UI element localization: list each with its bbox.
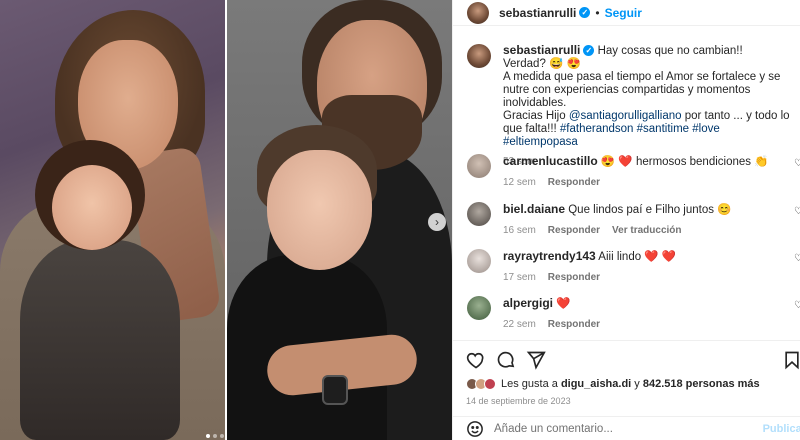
comment-time: 16 sem	[503, 225, 536, 236]
comment-item: biel.daiane Que lindos paí e Filho junto…	[467, 202, 800, 238]
separator: •	[595, 5, 600, 20]
liker-avatar	[484, 378, 496, 390]
small-heart-icon[interactable]: ♡	[794, 158, 800, 169]
avatar[interactable]	[467, 44, 491, 68]
avatar[interactable]	[467, 1, 489, 24]
likes-count[interactable]: 842.518 personas más	[643, 378, 760, 390]
chevron-right-icon[interactable]: ›	[428, 213, 446, 231]
likes-prefix: Les gusta a	[501, 378, 558, 390]
heart-outline-icon[interactable]	[466, 350, 486, 370]
publish-button[interactable]: Publicar	[763, 423, 800, 435]
small-heart-icon[interactable]: ♡	[794, 300, 800, 311]
add-comment-bar: Añade un comentario... Publicar	[452, 416, 800, 440]
post-date: 14 de septiembre de 2023	[466, 396, 571, 406]
caption-mention[interactable]: @santiagorulligalliano	[569, 110, 682, 122]
bookmark-icon[interactable]	[782, 350, 800, 370]
carousel-dot	[213, 434, 217, 438]
photo-father-and-teen	[227, 0, 452, 440]
small-heart-icon[interactable]: ♡	[794, 253, 800, 264]
comment-text: 😍 ❤️ hermosos bendiciones 👏	[600, 156, 769, 168]
comment-time: 22 sem	[503, 319, 536, 330]
comment-text: ❤️	[556, 298, 571, 310]
verified-badge-icon: ✓	[579, 7, 591, 18]
post-media[interactable]: ›	[0, 0, 452, 440]
header-username[interactable]: sebastianrulli	[499, 6, 576, 20]
emoji-icon[interactable]	[466, 420, 484, 438]
comment-username[interactable]: alpergigi	[503, 296, 553, 310]
avatar[interactable]	[467, 154, 491, 178]
comment-username[interactable]: rayraytrendy143	[503, 249, 596, 263]
avatar[interactable]	[467, 296, 491, 320]
caption-username[interactable]: sebastianrulli	[503, 43, 580, 57]
avatar[interactable]	[467, 202, 491, 226]
action-bar	[452, 340, 800, 370]
reply-button[interactable]: Responder	[548, 272, 600, 283]
carousel-indicator	[206, 434, 224, 438]
comment-text: Que lindos paí e Filho juntos 😊	[568, 204, 732, 216]
caption: sebastianrulli ✓ Hay cosas que no cambian…	[467, 44, 797, 168]
comment-time: 17 sem	[503, 272, 536, 283]
comment-username[interactable]: carmenlucastillo	[503, 154, 598, 168]
comment-text: Aiii lindo ❤️ ❤️	[598, 251, 677, 263]
add-comment-input[interactable]: Añade un comentario...	[494, 423, 613, 435]
comment-item: rayraytrendy143 Aiii lindo ❤️ ❤️ 17 sem R…	[467, 249, 800, 285]
likes-summary: Les gusta a digu_aisha.di y 842.518 pers…	[466, 378, 760, 390]
avatar[interactable]	[467, 249, 491, 273]
follow-button[interactable]: Seguir	[605, 6, 642, 20]
likes-middle: y	[634, 378, 640, 390]
reply-button[interactable]: Responder	[548, 225, 600, 236]
post-side-panel: sebastianrulli ✓ • Seguir sebastianrulli…	[452, 0, 800, 440]
post-header: sebastianrulli ✓ • Seguir	[453, 0, 800, 26]
liker-username[interactable]: digu_aisha.di	[561, 378, 631, 390]
reply-button[interactable]: Responder	[548, 319, 600, 330]
see-translation-button[interactable]: Ver traducción	[612, 225, 681, 236]
comment-item: alpergigi ❤️ 22 sem Responder ♡	[467, 296, 800, 332]
paper-plane-icon[interactable]	[526, 350, 546, 370]
comment-username[interactable]: biel.daiane	[503, 202, 565, 216]
carousel-dot	[206, 434, 210, 438]
comment-item: carmenlucastillo 😍 ❤️ hermosos bendicion…	[467, 154, 800, 190]
photo-father-and-child	[0, 0, 225, 440]
carousel-dot	[220, 434, 224, 438]
reply-button[interactable]: Responder	[548, 177, 600, 188]
small-heart-icon[interactable]: ♡	[794, 206, 800, 217]
comment-bubble-icon[interactable]	[496, 350, 516, 370]
verified-badge-icon: ✓	[583, 45, 595, 56]
comment-time: 12 sem	[503, 177, 536, 188]
